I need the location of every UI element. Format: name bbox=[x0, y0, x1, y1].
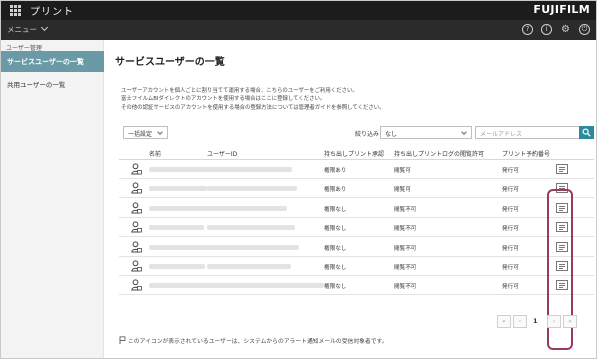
window: プリント FUJIFILM メニュー ? i ⚙ ⏻ ユーザー管理 サービスユー… bbox=[0, 0, 597, 359]
description-line: 富士フイルムBIダイレクトのアカウントを使用する場合はここに登録してください。 bbox=[121, 96, 326, 103]
reservation-cell: 発行可 bbox=[502, 226, 519, 233]
last-page-button[interactable]: » bbox=[563, 315, 577, 328]
reservation-cell: 発行可 bbox=[502, 245, 519, 252]
approval-cell: 権限あり bbox=[324, 168, 347, 174]
log-access-cell: 閲覧不可 bbox=[394, 265, 417, 271]
table-row[interactable]: 権限なし 閲覧不可 発行可 bbox=[119, 257, 594, 276]
reservation-cell: 発行可 bbox=[502, 265, 519, 271]
redacted-name bbox=[149, 167, 209, 172]
filter-value: なし bbox=[385, 131, 398, 138]
description-line: ユーザーアカウントを個人ごとに割り当てて運用する場合、こちらのユーザーをご利用く… bbox=[121, 88, 358, 94]
user-icon bbox=[131, 202, 142, 214]
header-reservation[interactable]: プリント予約番号 bbox=[502, 149, 550, 158]
user-icon bbox=[131, 279, 142, 291]
table-row[interactable]: 権限なし 閲覧不可 発行可 bbox=[119, 199, 594, 218]
log-access-cell: 閲覧不可 bbox=[394, 284, 417, 291]
search-icon bbox=[582, 128, 591, 137]
table-row[interactable]: 権限あり 閲覧可 発行可 bbox=[119, 179, 594, 199]
log-access-cell: 閲覧不可 bbox=[394, 245, 417, 252]
footnote: このアイコンが表示されているユーザーは、システムからのアラート通知メールの受信対… bbox=[119, 336, 388, 345]
sidebar-item-service-users[interactable]: サービスユーザーの一覧 bbox=[1, 51, 104, 72]
log-access-cell: 閲覧不可 bbox=[394, 226, 417, 233]
log-access-cell: 閲覧可 bbox=[394, 187, 411, 194]
power-icon[interactable]: ⏻ bbox=[579, 24, 590, 35]
help-icon[interactable]: ? bbox=[522, 24, 533, 35]
sidebar-item-shared-users[interactable]: 共用ユーザーの一覧 bbox=[7, 79, 65, 89]
current-page[interactable]: 1 bbox=[533, 317, 538, 325]
chevron-down-icon bbox=[157, 129, 163, 135]
reservation-cell: 発行可 bbox=[502, 284, 519, 291]
footnote-text: このアイコンが表示されているユーザーは、システムからのアラート通知メールの受信対… bbox=[128, 339, 388, 345]
info-icon[interactable]: i bbox=[541, 24, 552, 35]
header-name[interactable]: 名前 bbox=[149, 149, 161, 158]
table-row[interactable]: 権限なし 閲覧不可 発行可 bbox=[119, 218, 594, 238]
chevron-down-icon bbox=[40, 23, 49, 32]
reservation-cell: 発行可 bbox=[502, 206, 519, 213]
prev-page-button[interactable]: ‹ bbox=[513, 315, 527, 328]
redacted-user-id bbox=[207, 186, 297, 192]
chevron-down-icon bbox=[461, 129, 467, 135]
top-icons: ? i ⚙ ⏻ bbox=[522, 24, 590, 35]
page-description: ユーザーアカウントを個人ごとに割り当てて運用する場合、こちらのユーザーをご利用く… bbox=[121, 87, 385, 112]
page-title: サービスユーザーの一覧 bbox=[115, 57, 225, 68]
table-row[interactable]: 権限あり 閲覧可 発行可 bbox=[119, 160, 594, 179]
redacted-user-id bbox=[207, 264, 291, 269]
approval-cell: 権限あり bbox=[324, 187, 347, 194]
main-content: サービスユーザーの一覧 ユーザーアカウントを個人ごとに割り当てて運用する場合、こ… bbox=[105, 40, 596, 358]
approval-cell: 権限なし bbox=[324, 265, 347, 271]
table-row[interactable]: 権限なし 閲覧不可 発行可 bbox=[119, 276, 594, 296]
first-page-button[interactable]: « bbox=[497, 315, 511, 328]
app-grid-icon[interactable] bbox=[10, 5, 21, 16]
reservation-cell: 発行可 bbox=[502, 168, 519, 174]
user-icon bbox=[131, 221, 142, 233]
user-icon bbox=[131, 260, 142, 272]
bulk-settings-select[interactable]: 一括設定 bbox=[123, 126, 168, 139]
gear-icon[interactable]: ⚙ bbox=[560, 24, 571, 35]
redacted-name bbox=[149, 264, 205, 269]
sidebar-item-label: サービスユーザーの一覧 bbox=[7, 58, 84, 66]
approval-cell: 権限なし bbox=[324, 226, 347, 233]
flag-icon bbox=[119, 336, 126, 344]
menu-label: メニュー bbox=[7, 25, 37, 34]
redacted-user-id bbox=[207, 205, 287, 211]
header-user-id[interactable]: ユーザーID bbox=[207, 149, 237, 158]
reservation-cell: 発行可 bbox=[502, 187, 519, 194]
redacted-name bbox=[149, 283, 324, 289]
redacted-name bbox=[149, 244, 209, 250]
log-access-cell: 閲覧不可 bbox=[394, 206, 417, 213]
header-log-access[interactable]: 持ち出しプリントログの閲覧許可 bbox=[394, 149, 484, 158]
next-page-button[interactable]: › bbox=[547, 315, 561, 328]
table-header: 名前 ユーザーID 持ち出しプリント承認 持ち出しプリントログの閲覧許可 プリン… bbox=[119, 147, 594, 160]
sidebar: ユーザー管理 サービスユーザーの一覧 共用ユーザーの一覧 bbox=[1, 40, 104, 358]
redacted-name bbox=[149, 186, 207, 192]
app-title: プリント bbox=[30, 7, 74, 18]
user-icon bbox=[131, 163, 142, 175]
filter-select[interactable]: なし bbox=[380, 126, 472, 139]
redacted-user-id bbox=[207, 167, 292, 172]
approval-cell: 権限なし bbox=[324, 245, 347, 252]
bulk-settings-label: 一括設定 bbox=[128, 131, 153, 138]
menu-bar: メニュー ? i ⚙ ⏻ bbox=[1, 20, 596, 40]
redacted-name bbox=[149, 225, 204, 231]
redacted-user-id bbox=[207, 244, 299, 250]
header-approval[interactable]: 持ち出しプリント承認 bbox=[324, 149, 384, 158]
top-bar: プリント FUJIFILM bbox=[1, 1, 596, 20]
log-access-cell: 閲覧可 bbox=[394, 168, 411, 174]
brand-logo: FUJIFILM bbox=[533, 3, 590, 16]
description-line: その他の認証サービスのアカウントを使用する場合の登録方法については管理者ガイドを… bbox=[121, 104, 385, 111]
user-icon bbox=[131, 240, 142, 253]
email-search-input[interactable]: メールアドレス bbox=[475, 126, 594, 139]
alert-notification-icon[interactable] bbox=[556, 164, 568, 174]
redacted-user-id bbox=[207, 225, 295, 231]
user-icon bbox=[131, 182, 142, 194]
filter-label: 絞り込み bbox=[355, 131, 380, 138]
menu-button[interactable]: メニュー bbox=[7, 23, 49, 35]
approval-cell: 権限なし bbox=[324, 206, 347, 213]
approval-cell: 権限なし bbox=[324, 284, 347, 291]
search-button[interactable] bbox=[579, 126, 594, 139]
table-row[interactable]: 権限なし 閲覧不可 発行可 bbox=[119, 238, 594, 257]
redacted-name bbox=[149, 205, 211, 211]
